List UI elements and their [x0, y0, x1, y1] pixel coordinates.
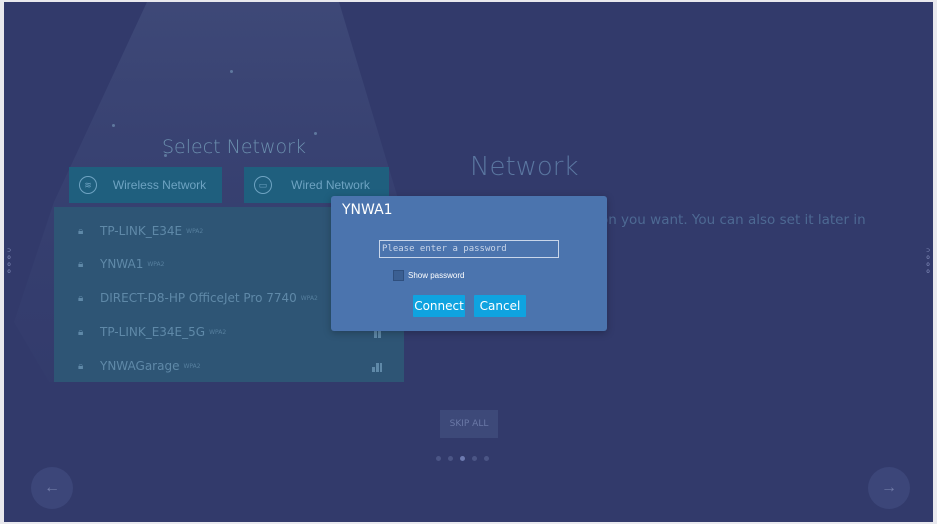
page-dot	[448, 456, 453, 461]
page-dot	[436, 456, 441, 461]
network-security: WPA2	[209, 328, 227, 336]
network-item[interactable]: 🔒︎ YNWAGarage WPA2	[54, 351, 404, 381]
password-input[interactable]	[379, 240, 559, 258]
network-security: WPA2	[183, 362, 201, 370]
sparkle	[314, 132, 317, 135]
network-name: YNWAGarage	[100, 359, 180, 373]
page-indicator	[436, 456, 489, 461]
select-network-title: Select Network	[162, 136, 306, 158]
show-password-toggle[interactable]: Show password	[393, 270, 464, 281]
setup-screen: ⊃ o o o ⊃ o o o Select Network ≋ Wireless Netw…	[4, 2, 933, 522]
sparkle	[230, 70, 233, 73]
previous-button[interactable]: ←	[31, 467, 73, 509]
network-name: YNWA1	[100, 257, 144, 271]
right-edge-handle[interactable]: ⊃ o o o	[924, 247, 932, 279]
network-name: DIRECT-D8-HP OfficeJet Pro 7740	[100, 291, 297, 305]
cancel-button[interactable]: Cancel	[474, 295, 526, 317]
lock-icon: 🔒︎	[78, 225, 84, 237]
page-dot	[472, 456, 477, 461]
password-dialog: YNWA1 Show password Connect Cancel	[331, 196, 607, 331]
wireless-network-label: Wireless Network	[112, 178, 207, 192]
network-security: WPA2	[300, 294, 318, 302]
lock-icon: 🔒︎	[78, 292, 84, 304]
network-name: TP-LINK_E34E_5G	[100, 325, 206, 339]
next-button[interactable]: →	[868, 467, 910, 509]
arrow-left-icon: ←	[44, 479, 60, 496]
connect-button[interactable]: Connect	[413, 295, 465, 317]
lock-icon: 🔒︎	[78, 360, 84, 372]
page-dot-active	[460, 456, 465, 461]
show-password-checkbox[interactable]	[393, 270, 404, 281]
wireless-network-button[interactable]: ≋ Wireless Network	[69, 167, 222, 203]
show-password-label: Show password	[408, 271, 465, 280]
ethernet-icon: ▭	[254, 176, 272, 194]
network-name: TP-LINK_E34E	[100, 224, 183, 238]
network-security: WPA2	[147, 260, 165, 268]
page-dot	[484, 456, 489, 461]
network-security: WPA2	[186, 227, 204, 235]
signal-strength-icon	[370, 360, 382, 372]
network-heading: Network	[470, 152, 579, 182]
dialog-title: YNWA1	[342, 202, 393, 218]
arrow-right-icon: →	[881, 479, 897, 496]
wired-network-label: Wired Network	[291, 178, 370, 192]
sparkle	[112, 124, 115, 127]
wifi-icon: ≋	[79, 176, 97, 194]
left-edge-handle[interactable]: ⊃ o o o	[5, 247, 13, 279]
lock-icon: 🔒︎	[78, 258, 84, 270]
lock-icon: 🔒︎	[78, 326, 84, 338]
skip-all-button[interactable]: SKIP ALL	[440, 410, 498, 438]
